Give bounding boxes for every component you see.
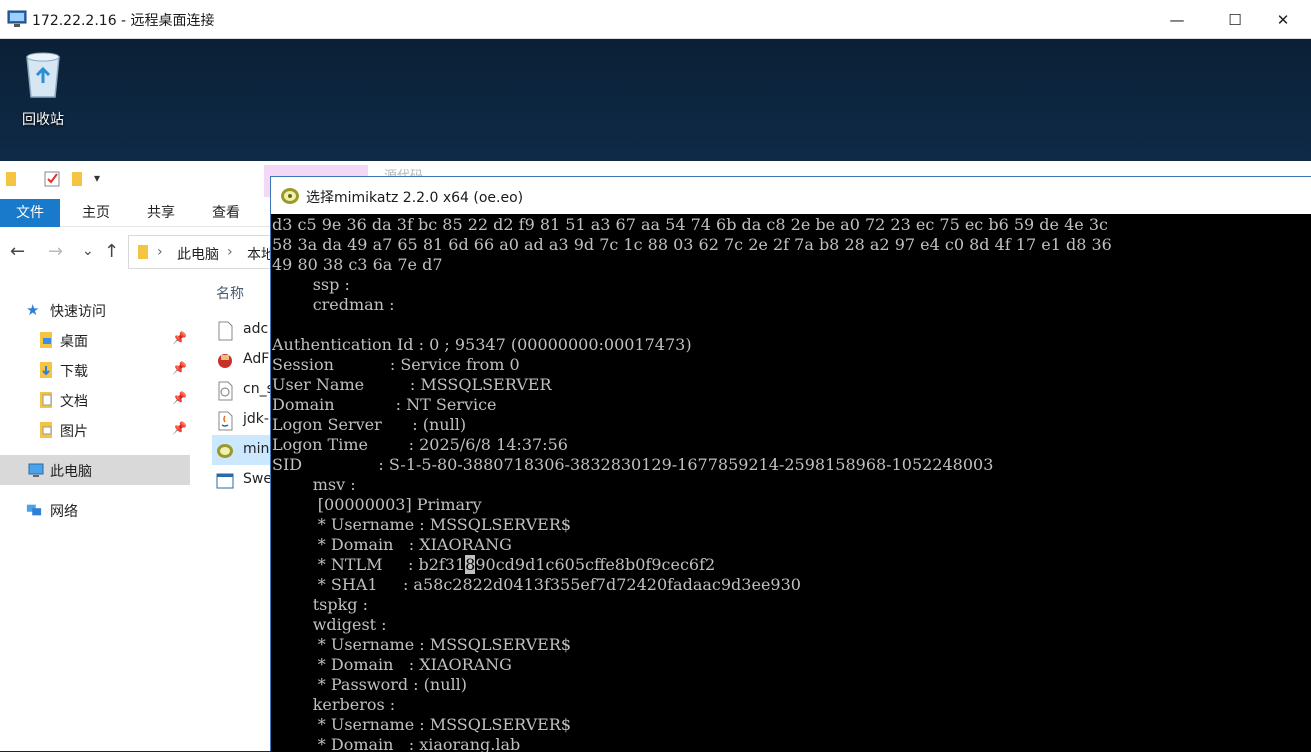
nav-desktop[interactable]: 桌面 📌 [0,325,190,355]
pin-icon[interactable]: 📌 [172,391,187,405]
console-line: Authentication Id : 0 ; 95347 (00000000:… [272,335,692,354]
star-icon: ★ [26,301,40,319]
tab-view[interactable]: 查看 [196,199,256,227]
console-line: * Password : (null) [272,675,467,694]
tab-file[interactable]: 文件 [0,199,60,227]
console-line: * Username : MSSQLSERVER$ [272,515,572,534]
file-list: 名称 adc AdF cn_s jdk- min Swe [190,277,282,751]
mimikatz-icon [281,188,299,204]
forward-arrow-icon[interactable]: → [48,241,63,262]
pictures-folder-icon [40,422,52,438]
file-name: jdk- [243,411,269,427]
pin-icon[interactable]: 📌 [172,361,187,375]
folder-icon [6,172,16,186]
console-line: tspkg : [272,595,368,614]
nav-documents[interactable]: 文档 📌 [0,385,190,415]
nav-downloads[interactable]: 下载 📌 [0,355,190,385]
new-folder-icon[interactable] [70,171,84,187]
breadcrumb-separator: › [227,244,233,260]
pin-icon[interactable]: 📌 [172,331,187,345]
console-line: * NTLM : b2f31890cd9d1c605cffe8b0f9cec6f… [272,555,716,574]
console-line: * Username : MSSQLSERVER$ [272,715,572,734]
properties-icon[interactable] [44,171,60,187]
console-output[interactable]: d3 c5 9e 36 da 3f bc 85 22 d2 f9 81 51 a… [271,214,1311,752]
navigation-pane: ★ 快速访问 桌面 📌 下载 📌 文档 📌 图片 📌 此电脑 网络 [0,277,190,751]
address-bar[interactable]: › 此电脑 › 本地 [128,235,288,269]
console-line: d3 c5 9e 36 da 3f bc 85 22 d2 f9 81 51 a… [272,215,1108,234]
back-arrow-icon[interactable]: ← [10,241,25,262]
minimize-button[interactable]: — [1148,0,1206,39]
nav-this-pc[interactable]: 此电脑 [0,455,190,485]
nav-label: 此电脑 [50,464,92,480]
console-titlebar[interactable]: 选择mimikatz 2.2.0 x64 (oe.eo) [271,177,1311,214]
pin-icon[interactable]: 📌 [172,421,187,435]
recycle-bin-icon [26,52,60,98]
console-title: 选择mimikatz 2.2.0 x64 (oe.eo) [306,190,524,206]
nav-label: 网络 [50,504,78,520]
file-name: Swe [243,471,272,487]
breadcrumb-this-pc[interactable]: 此电脑 [177,244,219,264]
nav-pictures[interactable]: 图片 📌 [0,415,190,445]
console-line: Logon Server : (null) [272,415,467,434]
console-line: [00000003] Primary [272,495,482,514]
column-header-name[interactable]: 名称 [216,283,244,303]
console-line: SID : S-1-5-80-3880718306-3832830129-167… [272,455,994,474]
recycle-bin-label: 回收站 [22,112,64,128]
selection-cursor: 8 [465,555,476,574]
file-name: AdF [243,351,270,367]
folder-icon [138,245,148,259]
console-line: User Name : MSSQLSERVER [272,375,552,394]
mimikatz-console-window[interactable]: 选择mimikatz 2.2.0 x64 (oe.eo) d3 c5 9e 36… [270,176,1311,752]
network-icon [26,504,42,516]
console-line: * Domain : XIAORANG [272,535,512,554]
nav-label: 下载 [60,364,88,380]
rdp-window-title: 172.22.2.16 - 远程桌面连接 [32,13,215,29]
text-file-icon [218,321,233,341]
nav-label: 桌面 [60,334,88,350]
file-name: min [243,441,270,457]
nav-quick-access[interactable]: ★ 快速访问 [0,295,190,325]
up-arrow-icon[interactable]: ↑ [104,241,119,262]
nav-label: 文档 [60,394,88,410]
nav-network[interactable]: 网络 [0,495,190,525]
nav-label: 快速访问 [50,304,106,320]
console-line: Logon Time : 2025/6/8 14:37:56 [272,435,568,454]
java-icon [218,411,233,431]
folder-icon [40,332,52,348]
computer-icon [28,463,44,477]
mimikatz-icon [217,444,233,458]
documents-folder-icon [40,392,52,408]
console-line: * Domain : xiaorang.lab [272,735,521,752]
downloads-folder-icon [40,362,52,378]
rdp-titlebar: 172.22.2.16 - 远程桌面连接 — ☐ ✕ [0,0,1311,39]
close-button[interactable]: ✕ [1254,0,1311,39]
console-line: * Username : MSSQLSERVER$ [272,635,572,654]
tab-share[interactable]: 共享 [131,199,191,227]
console-line: Session : Service from 0 [272,355,520,374]
console-line: 49 80 38 c3 6a 7e d7 [272,255,443,274]
disc-image-icon [218,381,233,401]
console-text: d3 c5 9e 36 da 3f bc 85 22 d2 f9 81 51 a… [272,215,1112,752]
console-line: * SHA1 : a58c2822d0413f355ef7d72420fadaa… [272,575,801,594]
console-line: credman : [272,295,395,314]
nav-label: 图片 [60,424,88,440]
remote-desktop-icon [7,10,27,27]
recycle-bin-shortcut[interactable]: 回收站 [14,49,72,129]
console-line: ssp : [272,275,350,294]
tab-home[interactable]: 主页 [66,199,126,227]
console-line: kerberos : [272,695,396,714]
file-name: adc [243,321,269,337]
console-line: wdigest : [272,615,387,634]
chevron-down-icon[interactable]: ▾ [94,171,100,185]
console-line: Domain : NT Service [272,395,497,414]
breadcrumb-separator: › [157,244,163,260]
recent-locations-icon[interactable]: ⌄ [82,243,94,259]
executable-icon [216,473,234,489]
console-line: * Domain : XIAORANG [272,655,512,674]
console-line: msv : [272,475,356,494]
console-line: 58 3a da 49 a7 65 81 6d 66 a0 ad a3 9d 7… [272,235,1112,254]
adfind-icon [218,354,232,368]
